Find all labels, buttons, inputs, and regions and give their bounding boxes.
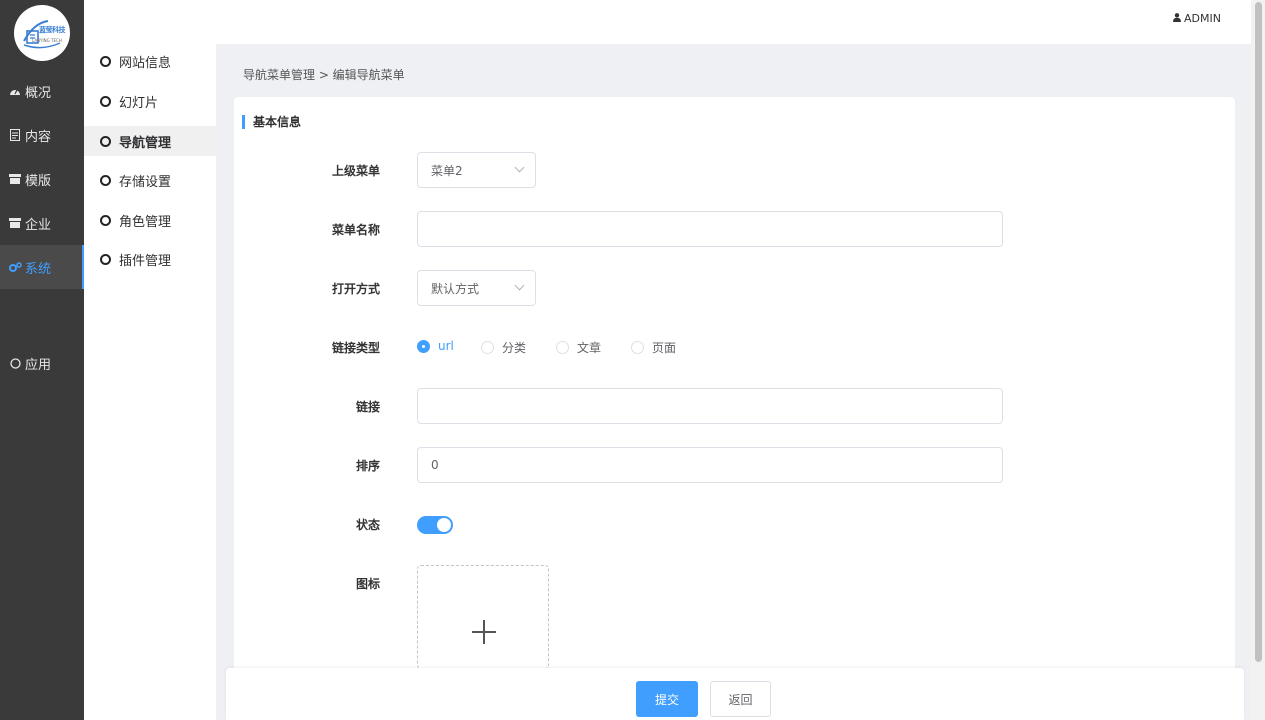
- radio-unchecked-icon: [631, 341, 644, 354]
- nav-item-system[interactable]: 系统: [0, 245, 84, 289]
- radio-label: 分类: [502, 341, 527, 355]
- nav-item-label: 内容: [25, 129, 52, 145]
- circle-icon: [100, 55, 111, 67]
- open-mode-value: 默认方式: [431, 281, 480, 296]
- submenu-item-storage[interactable]: 存储设置: [84, 165, 216, 195]
- submit-button[interactable]: 提交: [636, 681, 698, 717]
- user-icon: [1173, 12, 1182, 25]
- link-type-label: 链接类型: [331, 341, 380, 355]
- parent-menu-value: 菜单2: [431, 163, 463, 178]
- gears-icon: [8, 261, 22, 273]
- submenu-item-label: 导航管理: [119, 135, 172, 151]
- menu-name-input[interactable]: [417, 211, 1003, 247]
- nav-item-company[interactable]: 企业: [0, 201, 84, 245]
- chevron-down-icon: [514, 280, 525, 291]
- parent-menu-select[interactable]: 菜单2: [417, 152, 536, 188]
- submenu-item-site-info[interactable]: 网站信息: [84, 46, 216, 76]
- user-name: ADMIN: [1184, 12, 1221, 25]
- radio-unchecked-icon: [556, 341, 569, 354]
- icon-upload[interactable]: [417, 565, 549, 669]
- sort-input[interactable]: [417, 447, 1003, 483]
- submenu-item-roles[interactable]: 角色管理: [84, 205, 216, 235]
- status-label: 状态: [355, 518, 380, 532]
- circle-icon: [100, 95, 111, 107]
- link-type-radio-url[interactable]: url: [417, 339, 454, 353]
- main-sidebar: 蓝莹科技 LANYING TECH 概况 内容 模版 企业 系统 应用: [0, 0, 84, 720]
- link-type-radio-page[interactable]: 页面: [631, 339, 676, 356]
- submenu-item-plugins[interactable]: 插件管理: [84, 244, 216, 274]
- scrollbar-thumb[interactable]: [1255, 2, 1262, 662]
- open-mode-label: 打开方式: [331, 282, 380, 296]
- submenu-item-slides[interactable]: 幻灯片: [84, 86, 216, 116]
- parent-menu-label: 上级菜单: [331, 164, 380, 178]
- open-mode-select[interactable]: 默认方式: [417, 270, 536, 306]
- nav-item-label: 企业: [25, 217, 52, 233]
- status-toggle[interactable]: [417, 516, 453, 534]
- circle-icon: [8, 357, 22, 369]
- chevron-down-icon: [514, 162, 525, 173]
- menu-name-label: 菜单名称: [331, 223, 380, 237]
- nav-item-overview[interactable]: 概况: [0, 69, 84, 113]
- submenu-item-label: 网站信息: [119, 55, 172, 71]
- document-icon: [8, 129, 22, 141]
- link-input[interactable]: [417, 388, 1003, 424]
- toggle-knob: [437, 518, 451, 532]
- template-icon: [8, 174, 22, 184]
- plus-icon-vertical: [483, 620, 485, 644]
- dashboard-icon: [8, 86, 22, 96]
- submenu-item-label: 插件管理: [119, 253, 172, 269]
- user-menu[interactable]: ADMIN: [1173, 12, 1221, 25]
- link-type-radio-article[interactable]: 文章: [556, 339, 601, 356]
- nav-item-template[interactable]: 模版: [0, 157, 84, 201]
- radio-checked-icon: [417, 339, 430, 353]
- top-header: ADMIN: [84, 0, 1251, 44]
- radio-unchecked-icon: [481, 341, 494, 354]
- radio-label: 页面: [652, 341, 677, 355]
- nav-item-label: 模版: [25, 173, 52, 189]
- circle-icon: [100, 214, 111, 226]
- submenu-item-label: 角色管理: [119, 214, 172, 230]
- nav-item-label: 应用: [25, 357, 52, 373]
- logo-subtext: LANYING TECH: [32, 38, 62, 43]
- submenu-item-label: 幻灯片: [119, 95, 159, 111]
- submenu-item-label: 存储设置: [119, 174, 172, 190]
- submenu-item-navigation[interactable]: 导航管理: [84, 126, 216, 156]
- icon-label: 图标: [355, 577, 380, 591]
- section-title: 基本信息: [242, 115, 301, 129]
- nav-item-label: 概况: [25, 85, 52, 101]
- link-type-radio-category[interactable]: 分类: [481, 339, 526, 356]
- circle-icon: [100, 174, 111, 186]
- company-icon: [8, 218, 22, 228]
- circle-icon: [100, 253, 111, 265]
- sort-label: 排序: [355, 459, 380, 473]
- nav-item-label: 系统: [25, 261, 52, 277]
- link-label: 链接: [355, 400, 380, 414]
- secondary-menu: 网站信息 幻灯片 导航管理 存储设置 角色管理 插件管理: [84, 44, 216, 720]
- logo-area: 蓝莹科技 LANYING TECH: [0, 0, 84, 66]
- radio-label: url: [438, 339, 454, 353]
- logo[interactable]: 蓝莹科技 LANYING TECH: [14, 5, 70, 61]
- nav-item-apps[interactable]: 应用: [0, 341, 84, 385]
- logo-text: 蓝莹科技: [39, 26, 66, 34]
- circle-icon: [100, 135, 111, 147]
- back-button[interactable]: 返回: [710, 681, 771, 717]
- radio-label: 文章: [577, 341, 602, 355]
- breadcrumb: 导航菜单管理 > 编辑导航菜单: [243, 68, 405, 82]
- nav-item-content[interactable]: 内容: [0, 113, 84, 157]
